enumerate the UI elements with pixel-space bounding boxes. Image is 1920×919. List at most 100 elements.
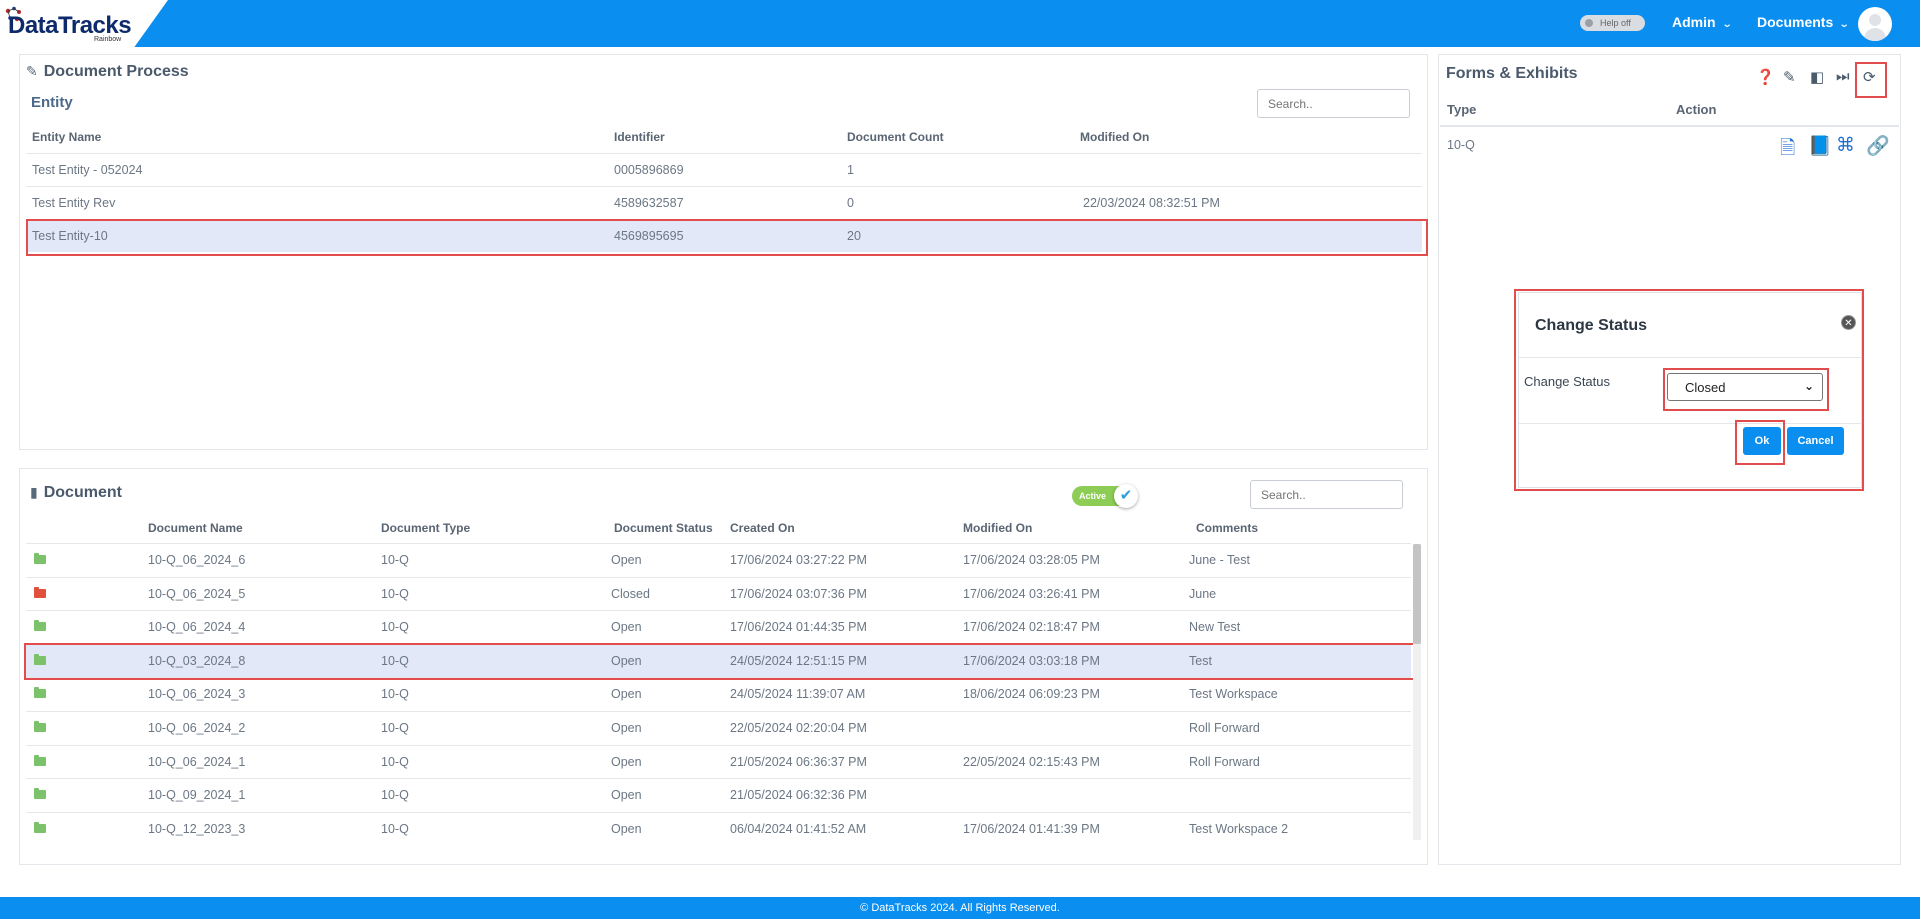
modified-on-cell: 17/06/2024 02:18:47 PM (963, 620, 1100, 635)
document-type-cell: 10-Q (381, 721, 409, 735)
help-toggle[interactable]: Help off (1580, 15, 1645, 31)
nav-admin[interactable]: Admin ⌄ (1672, 14, 1733, 30)
created-on-cell: 17/06/2024 01:44:35 PM (730, 620, 867, 635)
created-on-cell: 06/04/2024 01:41:52 AM (730, 821, 867, 836)
entity-name-cell: Test Entity Rev (32, 196, 116, 210)
comments-cell: June - Test (1189, 553, 1250, 567)
document-status-cell: Open (611, 821, 642, 836)
layout-icon[interactable]: ◧ (1810, 68, 1824, 86)
help-toggle-label: Help off (1600, 18, 1631, 28)
file-icon: ▮ (30, 484, 38, 500)
folder-icon (34, 586, 46, 598)
document-type-cell: 10-Q (381, 821, 409, 836)
table-row[interactable]: 10-Q_09_2024_1 10-Q Open 21/05/2024 06:32:3… (26, 778, 1411, 811)
document-type-cell: 10-Q (381, 754, 409, 769)
table-row[interactable]: 10-Q_06_2024_4 10-Q Open 17/06/2024 01:44:3… (26, 610, 1411, 643)
book-icon[interactable]: 📘 (1808, 134, 1832, 158)
table-row[interactable]: 10-Q_06_2024_3 10-Q Open 24/05/2024 11:39:0… (26, 677, 1411, 710)
modified-on-cell: 18/06/2024 06:09:23 PM (963, 687, 1100, 702)
table-row[interactable]: 10-Q_06_2024_2 10-Q Open 22/05/2024 02:20:0… (26, 711, 1411, 744)
forms-exhibits-title: Forms & Exhibits (1446, 65, 1578, 82)
edit-icon: ✎ (26, 63, 38, 79)
modified-on-cell: 17/06/2024 01:41:39 PM (963, 821, 1100, 836)
document-type-cell: 10-Q (381, 553, 409, 567)
col-identifier: Identifier (614, 130, 665, 144)
document-process-title: ✎ Document Process (26, 63, 189, 80)
folder-icon (34, 721, 46, 732)
top-bar: DataTracks Rainbow Help off Admin ⌄ Docum… (0, 0, 1920, 47)
col-document-status: Document Status (614, 521, 713, 535)
table-row[interactable]: Test Entity - 052024 0005896869 1 (26, 153, 1422, 186)
document-count-cell: 1 (847, 163, 854, 177)
folder-icon (34, 754, 46, 766)
highlight-box (26, 219, 1428, 256)
comments-cell: Test Workspace (1189, 687, 1278, 702)
modified-on-cell: 17/06/2024 03:28:05 PM (963, 553, 1100, 567)
document-status-cell: Closed (611, 586, 650, 601)
folder-icon (34, 553, 46, 564)
table-row[interactable]: 10-Q_06_2024_1 10-Q Open 21/05/2024 06:36:3… (26, 744, 1411, 778)
fast-forward-icon[interactable]: ⏭ (1836, 68, 1850, 85)
folder-icon (34, 821, 46, 833)
logo[interactable]: DataTracks Rainbow (0, 0, 168, 47)
folder-icon (34, 788, 46, 800)
comments-cell: Roll Forward (1189, 721, 1260, 735)
logo-subtext: Rainbow (94, 36, 122, 43)
col-created-on: Created On (730, 521, 795, 535)
document-status-cell: Open (611, 687, 642, 702)
col-modified-on: Modified On (963, 521, 1033, 535)
document-name-cell: 10-Q_12_2023_3 (148, 821, 246, 836)
comments-cell: New Test (1189, 620, 1241, 635)
document-status-cell: Open (611, 754, 642, 769)
document-name-cell: 10-Q_06_2024_4 (148, 620, 246, 635)
table-row[interactable]: 10-Q_06_2024_5 10-Q Closed 17/06/2024 03:07… (26, 576, 1411, 610)
header-divider (1440, 125, 1899, 127)
user-avatar[interactable] (1858, 7, 1892, 41)
document-title: ▮ Document (30, 484, 122, 501)
code-file-icon[interactable]: ⌘ (1836, 134, 1855, 157)
document-type-cell: 10-Q (381, 620, 409, 635)
created-on-cell: 24/05/2024 11:39:07 AM (730, 687, 866, 702)
avatar-head (1869, 14, 1881, 26)
document-scrollbar[interactable] (1413, 544, 1421, 840)
link-icon[interactable]: 🔗 (1866, 134, 1890, 158)
col-document-name: Document Name (148, 521, 243, 535)
document-name-cell: 10-Q_06_2024_6 (148, 553, 246, 567)
document-search-input[interactable] (1250, 480, 1403, 509)
active-toggle[interactable]: Active ✔ (1072, 484, 1138, 508)
scrollbar-thumb[interactable] (1413, 544, 1421, 644)
modified-on-cell: 22/03/2024 08:32:51 PM (1083, 196, 1220, 210)
table-row[interactable]: 10-Q_12_2023_3 10-Q Open 06/04/2024 01:41:5… (26, 811, 1411, 845)
entity-name-cell: Test Entity - 052024 (32, 163, 143, 177)
modified-on-cell: 22/05/2024 02:15:43 PM (963, 754, 1100, 769)
form-type-cell: 10-Q (1447, 138, 1475, 152)
help-icon[interactable]: ❓ (1756, 68, 1775, 86)
table-row[interactable]: 10-Q_06_2024_6 10-Q Open 17/06/2024 03:27:2… (26, 543, 1411, 576)
highlight-box (1663, 368, 1829, 411)
active-toggle-label: Active (1079, 491, 1107, 501)
nav-documents[interactable]: Documents ⌄ (1757, 14, 1850, 30)
document-type-cell: 10-Q (381, 788, 409, 803)
folder-icon (34, 620, 46, 632)
created-on-cell: 17/06/2024 03:07:36 PM (730, 586, 867, 601)
highlight-box (24, 643, 1417, 680)
col-document-type: Document Type (381, 521, 471, 535)
document-icon[interactable]: 🗎 (1780, 134, 1795, 166)
entity-search-input[interactable] (1257, 89, 1410, 118)
created-on-cell: 22/05/2024 02:20:04 PM (730, 721, 867, 735)
table-row[interactable]: Test Entity Rev 4589632587 0 22/03/2024 … (26, 186, 1422, 219)
document-name-cell: 10-Q_06_2024_5 (148, 586, 246, 601)
document-status-cell: Open (611, 620, 642, 635)
identifier-cell: 0005896869 (614, 163, 684, 177)
document-status-cell: Open (611, 788, 642, 803)
col-modified-on: Modified On (1080, 130, 1150, 144)
edit-icon[interactable]: ✎ (1783, 68, 1796, 86)
col-document-count: Document Count (847, 130, 944, 144)
check-icon: ✔ (1114, 484, 1138, 508)
created-on-cell: 21/05/2024 06:36:37 PM (730, 754, 867, 769)
modified-on-cell: 17/06/2024 03:26:41 PM (963, 586, 1100, 601)
chevron-down-icon: ⌄ (1721, 19, 1733, 30)
nav-documents-label: Documents (1757, 14, 1834, 30)
footer: © DataTracks 2024. All Rights Reserved. (0, 897, 1920, 919)
document-name-cell: 10-Q_06_2024_1 (148, 754, 246, 769)
